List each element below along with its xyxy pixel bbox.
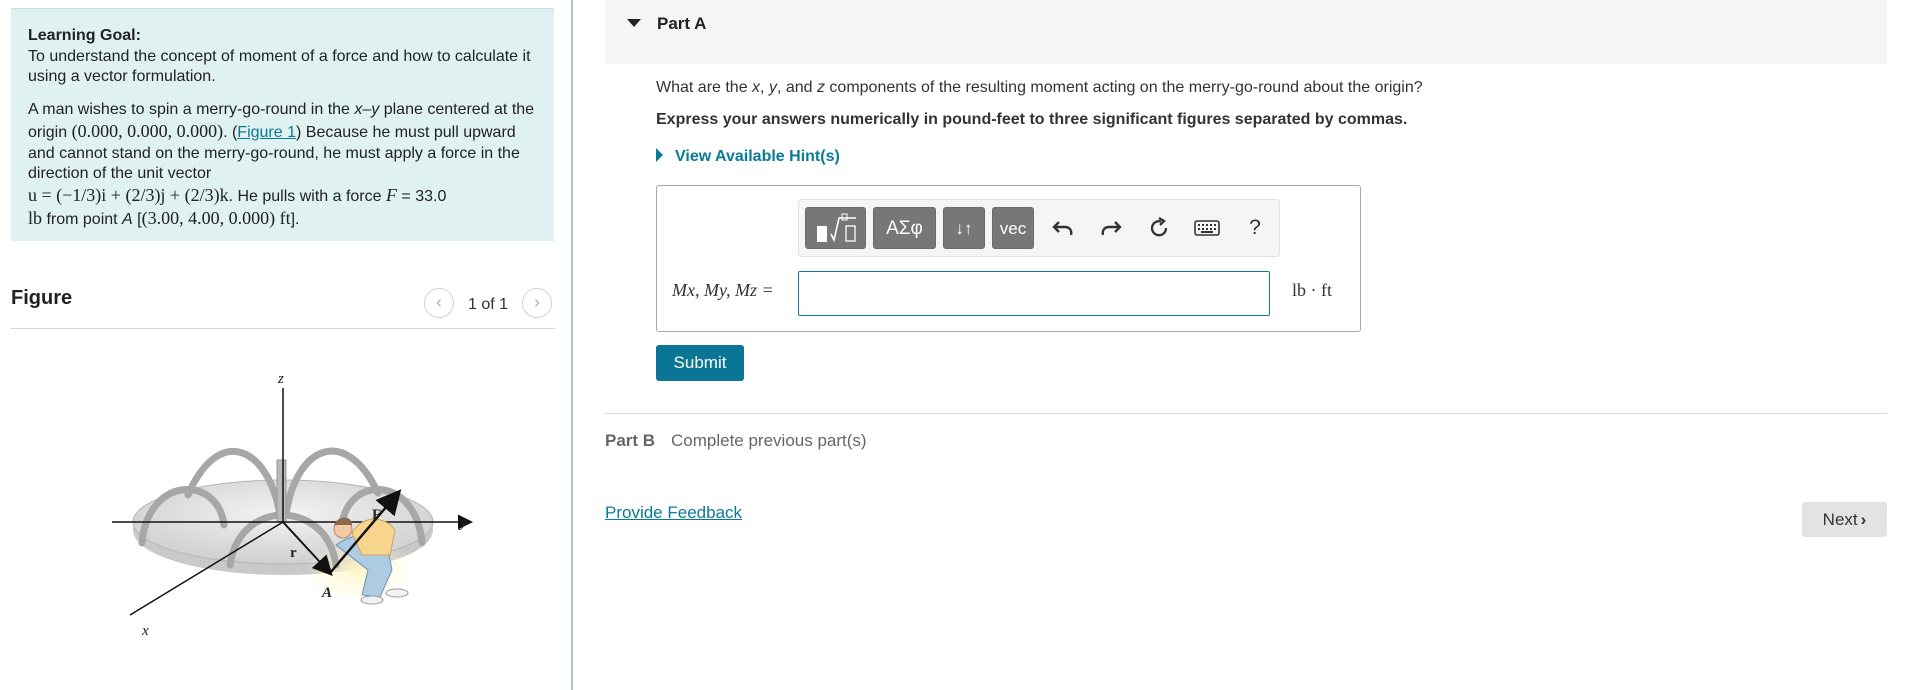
vector-button[interactable]: vec <box>992 207 1034 249</box>
answer-label: Mx, My, Mz = <box>672 280 774 301</box>
z-axis-label: z <box>277 371 284 387</box>
center-pole <box>276 459 287 523</box>
figure-link[interactable]: Figure 1 <box>237 124 296 141</box>
problem-text: A man wishes to spin a merry-go-round in… <box>28 101 355 119</box>
learning-goal-panel: Learning Goal: To understand the concept… <box>11 8 554 241</box>
answer-units: lb · ft <box>1292 280 1332 300</box>
problem-text: . ( <box>223 123 238 141</box>
origin-coords: (0.000, 0.000, 0.000) <box>71 120 224 141</box>
figure-title: Figure <box>11 287 73 309</box>
reset-icon[interactable] <box>1139 207 1179 249</box>
view-hints-link[interactable]: View Available Hint(s) <box>656 148 840 166</box>
undo-icon[interactable] <box>1043 207 1083 249</box>
problem-statement: A man wishes to spin a merry-go-round in… <box>28 100 537 230</box>
point-coords: (3.00, 4.00, 0.000) ft <box>141 207 291 228</box>
position-label: r <box>290 545 297 561</box>
answer-label-text: Mx, My, Mz = <box>672 280 774 300</box>
problem-text: [ <box>132 210 142 228</box>
z-symbol: z <box>816 79 825 96</box>
provide-feedback-link[interactable]: Provide Feedback <box>605 503 742 523</box>
part-divider <box>605 413 1887 414</box>
answer-input[interactable] <box>798 271 1270 316</box>
answer-box: ΑΣφ ↓↑ vec ? Mx, My, Mz = lb · ft <box>656 185 1361 332</box>
caret-right-icon <box>656 148 663 162</box>
unit-vector-equation: u = (−1/3)i + (2/3)j + (2/3)k <box>28 184 229 205</box>
chevron-left-icon[interactable]: ‹ <box>424 288 454 318</box>
problem-text: from point <box>42 210 123 228</box>
question-fragment: , <box>760 79 769 96</box>
greek-symbols-button[interactable]: ΑΣφ <box>873 207 936 249</box>
merry-go-round-figure: z y x F r A <box>112 371 473 639</box>
problem-text: ]. <box>290 210 300 228</box>
y-axis-label: y <box>458 515 467 531</box>
problem-text: = 33.0 <box>396 187 447 205</box>
redo-icon[interactable] <box>1091 207 1131 249</box>
force-unit: lb <box>28 207 43 228</box>
question-fragment: components of the resulting moment actin… <box>824 79 1423 96</box>
x-axis-label: x <box>141 623 149 639</box>
chevron-right-icon[interactable]: › <box>522 288 552 318</box>
view-hints-label: View Available Hint(s) <box>675 148 840 165</box>
figure-pager-count: 1 of 1 <box>468 296 509 313</box>
learning-goal-text: To understand the concept of moment of a… <box>28 47 531 86</box>
problem-text: . He pulls with a force <box>228 187 386 205</box>
force-symbol: F <box>385 184 397 205</box>
help-button[interactable]: ? <box>1235 207 1275 249</box>
submit-button[interactable]: Submit <box>656 345 744 381</box>
plane-symbol: x–y <box>354 101 380 119</box>
learning-goal-heading: Learning Goal: <box>28 27 141 44</box>
question-text: What are the x, y, and z components of t… <box>656 79 1423 97</box>
column-divider <box>571 0 573 690</box>
force-label: F <box>372 507 381 523</box>
chevron-right-icon: › <box>1860 510 1867 529</box>
caret-down-icon[interactable] <box>627 19 641 27</box>
subscript-superscript-button[interactable]: ↓↑ <box>943 207 985 249</box>
question-fragment: , and <box>776 79 817 96</box>
part-a-header[interactable]: Part A <box>605 0 1887 64</box>
part-b-title: Part B <box>605 431 656 450</box>
figure-divider <box>11 328 555 329</box>
templates-icon[interactable] <box>805 207 866 249</box>
x-symbol: x <box>752 79 761 96</box>
part-b-status: Complete previous part(s) <box>671 431 867 450</box>
math-toolbar: ΑΣφ ↓↑ vec ? <box>798 199 1280 257</box>
point-a-label: A <box>321 585 332 601</box>
next-button[interactable]: Next › <box>1802 502 1887 537</box>
question-fragment: What are the <box>656 79 753 96</box>
next-label: Next <box>1822 510 1858 529</box>
part-a-title: Part A <box>657 14 707 33</box>
answer-instruction: Express your answers numerically in poun… <box>656 111 1408 128</box>
y-symbol: y <box>768 79 777 96</box>
point-symbol: A <box>122 210 133 228</box>
keyboard-icon[interactable] <box>1187 207 1227 249</box>
